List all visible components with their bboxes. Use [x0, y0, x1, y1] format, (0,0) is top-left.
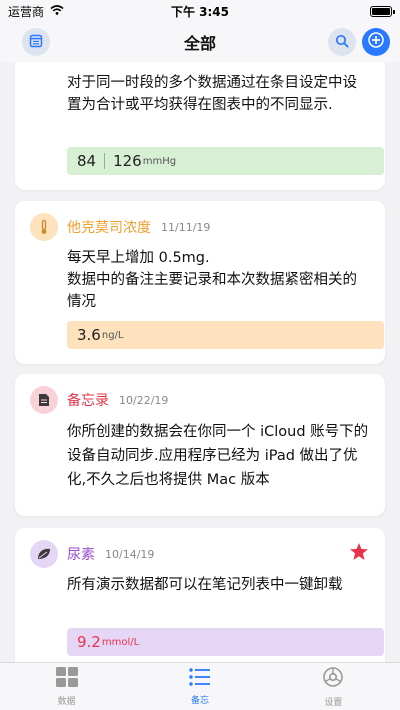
- tab-label: 设置: [324, 698, 343, 708]
- tab-label: 备忘: [190, 696, 209, 706]
- value-bar: 3.6 ng/L: [67, 321, 384, 349]
- note-card-blood-pressure[interactable]: 对于同一时段的多个数据通过在条目设定中设置为合计或平均获得在图表中的不同显示. …: [15, 62, 385, 190]
- tab-bar: 数据 备忘 设置: [0, 662, 400, 710]
- notes-feed[interactable]: 对于同一时段的多个数据通过在条目设定中设置为合计或平均获得在图表中的不同显示. …: [0, 62, 400, 662]
- thermometer-icon: [30, 213, 58, 241]
- tab-data[interactable]: 数据: [0, 663, 133, 710]
- nav-bar: 全部: [0, 22, 400, 62]
- star-icon[interactable]: [349, 542, 369, 565]
- note-text: 对于同一时段的多个数据通过在条目设定中设置为合计或平均获得在图表中的不同显示.: [67, 75, 357, 113]
- note-line: 数据中的备注主要记录和本次数据紧密相关的情况: [67, 272, 357, 310]
- note-title: 他克莫司浓度: [67, 220, 151, 236]
- value-number: 3.6: [77, 326, 101, 344]
- value-number: 9.2: [77, 633, 101, 651]
- value-unit: mmHg: [142, 155, 177, 167]
- note-text: 每天早上增加 0.5mg. 数据中的备注主要记录和本次数据紧密相关的情况: [67, 247, 371, 313]
- divider: [104, 153, 106, 169]
- tab-label: 数据: [57, 697, 76, 707]
- note-line: 每天早上增加 0.5mg.: [67, 250, 210, 266]
- value-unit: mmol/L: [101, 636, 140, 648]
- value-systolic: 84: [77, 152, 97, 170]
- note-text: 所有演示数据都可以在笔记列表中一键卸载: [67, 577, 343, 593]
- value-bar: 84 126 mmHg: [67, 147, 384, 175]
- leaf-icon: [30, 540, 58, 568]
- note-text: 你所创建的数据会在你同一个 iCloud 账号下的设备自动同步.应用程序已经为 …: [67, 424, 369, 488]
- add-button[interactable]: [362, 28, 390, 56]
- notebook-icon: [29, 33, 43, 52]
- note-card-memo[interactable]: 备忘录 10/22/19 你所创建的数据会在你同一个 iCloud 账号下的设备…: [15, 374, 385, 516]
- value-diastolic: 126: [113, 152, 142, 170]
- battery-icon: [370, 5, 395, 17]
- value-bar: 9.2 mmol/L: [67, 628, 384, 656]
- plus-circle-icon: [367, 31, 385, 53]
- status-bar: 运营商 下午 3:45: [0, 0, 400, 22]
- search-icon: [335, 33, 349, 52]
- notebook-button[interactable]: [22, 28, 50, 56]
- note-date: 11/11/19: [161, 220, 211, 234]
- wifi-icon: [50, 4, 64, 18]
- value-unit: ng/L: [101, 329, 124, 341]
- document-icon: [30, 386, 58, 414]
- note-card-urea[interactable]: 尿素 10/14/19 所有演示数据都可以在笔记列表中一键卸载 9.2 mmol…: [15, 528, 385, 662]
- grid-icon: [55, 666, 79, 692]
- gear-icon: [321, 665, 345, 693]
- carrier-label: 运营商: [8, 4, 45, 19]
- note-date: 10/22/19: [119, 393, 169, 407]
- page-title: 全部: [183, 34, 216, 53]
- tab-memo[interactable]: 备忘: [133, 663, 266, 710]
- clock: 下午 3:45: [170, 4, 230, 19]
- list-icon: [188, 667, 212, 691]
- note-card-tacrolimus[interactable]: 他克莫司浓度 11/11/19 每天早上增加 0.5mg. 数据中的备注主要记录…: [15, 201, 385, 364]
- note-title: 尿素: [67, 547, 95, 563]
- note-title: 备忘录: [67, 393, 109, 409]
- note-date: 10/14/19: [105, 547, 155, 561]
- search-button[interactable]: [328, 28, 356, 56]
- tab-settings[interactable]: 设置: [267, 663, 400, 710]
